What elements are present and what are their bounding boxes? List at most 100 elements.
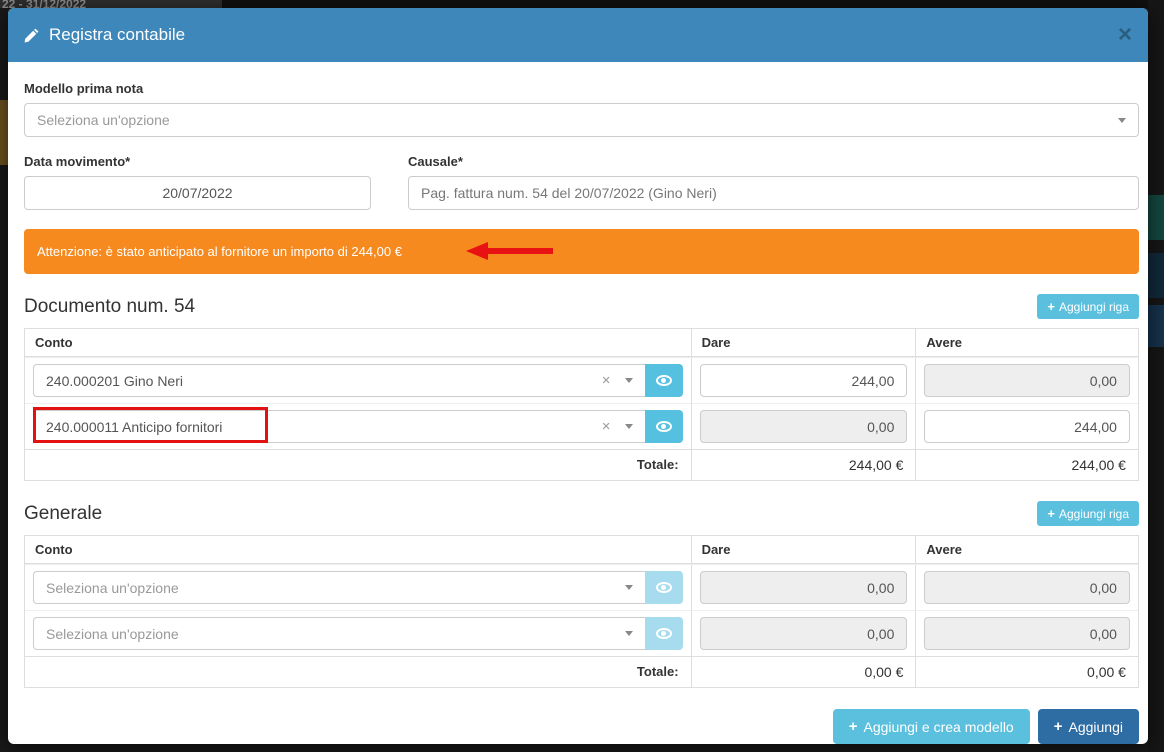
causale-input[interactable] [408, 176, 1139, 210]
background-fragment [1148, 195, 1164, 240]
generale-heading: Generale [24, 503, 102, 525]
documento-table-header: Conto Dare Avere [25, 329, 1138, 357]
avere-cell [915, 404, 1138, 449]
view-account-button-disabled [645, 571, 683, 604]
clear-icon[interactable]: × [602, 418, 611, 435]
registra-contabile-modal: Registra contabile × Modello prima nota … [8, 8, 1148, 744]
page-root: 22 - 31/12/2022 Registra contabile × Mod… [0, 0, 1164, 752]
dare-cell [691, 404, 916, 449]
close-icon[interactable]: × [1118, 23, 1132, 47]
total-label: Totale: [25, 450, 691, 480]
add-row-label: Aggiungi riga [1059, 507, 1129, 521]
documento-total-row: Totale: 244,00 € 244,00 € [25, 449, 1138, 480]
generale-avere-input-row1 [924, 571, 1130, 604]
add-row-label: Aggiungi riga [1059, 300, 1129, 314]
conto-select-value: 240.000201 Gino Neri [46, 373, 594, 389]
documento-section-header: Documento num. 54 + Aggiungi riga [24, 294, 1139, 319]
data-movimento-input[interactable] [24, 176, 371, 210]
modal-body: Modello prima nota Seleziona un'opzione … [8, 81, 1148, 744]
modal-title-text: Registra contabile [49, 25, 185, 45]
view-account-button[interactable] [645, 410, 683, 443]
generale-table: Conto Dare Avere Seleziona un'opzione [24, 535, 1139, 688]
modal-header: Registra contabile × [8, 8, 1148, 62]
background-fragment [0, 100, 8, 165]
plus-icon: + [1054, 718, 1063, 735]
chevron-down-icon [1118, 118, 1126, 123]
conto-select-placeholder: Seleziona un'opzione [46, 626, 625, 642]
column-header-avere: Avere [915, 329, 1138, 357]
generale-avere-input-row2 [924, 617, 1130, 650]
warning-text: Attenzione: è stato anticipato al fornit… [37, 244, 402, 259]
modal-title: Registra contabile [24, 25, 185, 45]
eye-icon [656, 582, 672, 593]
aggiungi-e-crea-modello-button[interactable]: + Aggiungi e crea modello [833, 709, 1030, 744]
button-label: Aggiungi e crea modello [864, 719, 1014, 735]
modello-select[interactable]: Seleziona un'opzione [24, 103, 1139, 137]
chevron-down-icon [625, 631, 633, 636]
modello-label: Modello prima nota [24, 81, 1139, 96]
causale-label: Causale* [408, 154, 1139, 169]
total-avere: 0,00 € [915, 657, 1138, 687]
causale-field-group: Causale* [408, 154, 1139, 210]
clear-icon[interactable]: × [602, 372, 611, 389]
generale-dare-input-row1 [700, 571, 908, 604]
modal-footer: + Aggiungi e crea modello + Aggiungi [24, 709, 1139, 744]
avere-input-row2[interactable] [924, 410, 1130, 443]
background-overlay-top: 22 - 31/12/2022 [0, 0, 1164, 8]
eye-icon [656, 375, 672, 386]
dare-input-row1[interactable] [700, 364, 908, 397]
chevron-down-icon [625, 585, 633, 590]
total-dare: 244,00 € [691, 450, 916, 480]
eye-icon [656, 628, 672, 639]
conto-cell: Seleziona un'opzione [25, 611, 691, 656]
avere-input-row1 [924, 364, 1130, 397]
button-label: Aggiungi [1069, 719, 1124, 735]
dare-cell [691, 358, 916, 403]
generale-row-2: Seleziona un'opzione [25, 610, 1138, 656]
view-account-button[interactable] [645, 364, 683, 397]
column-header-dare: Dare [691, 329, 916, 357]
data-movimento-label: Data movimento* [24, 154, 371, 169]
avere-cell [915, 565, 1138, 610]
documento-add-row-button[interactable]: + Aggiungi riga [1037, 294, 1139, 319]
column-header-conto: Conto [25, 536, 691, 564]
generale-conto-select-row2[interactable]: Seleziona un'opzione [33, 617, 645, 650]
date-causale-row: Data movimento* Causale* [24, 154, 1139, 210]
background-date-range: 22 - 31/12/2022 [0, 0, 222, 8]
column-header-avere: Avere [915, 536, 1138, 564]
background-fragment [1148, 305, 1164, 347]
aggiungi-button[interactable]: + Aggiungi [1038, 709, 1139, 744]
warning-banner: Attenzione: è stato anticipato al fornit… [24, 229, 1139, 274]
plus-icon: + [849, 718, 858, 735]
documento-row-1: 240.000201 Gino Neri × [25, 357, 1138, 403]
avere-cell [915, 611, 1138, 656]
documento-row-2: 240.000011 Anticipo fornitori × [25, 403, 1138, 449]
dare-cell [691, 611, 916, 656]
conto-select-placeholder: Seleziona un'opzione [46, 580, 625, 596]
total-label: Totale: [25, 657, 691, 687]
chevron-down-icon [625, 424, 633, 429]
eye-icon [656, 421, 672, 432]
column-header-dare: Dare [691, 536, 916, 564]
generale-add-row-button[interactable]: + Aggiungi riga [1037, 501, 1139, 526]
generale-row-1: Seleziona un'opzione [25, 564, 1138, 610]
conto-cell: Seleziona un'opzione [25, 565, 691, 610]
generale-conto-select-row1[interactable]: Seleziona un'opzione [33, 571, 645, 604]
conto-select-row2[interactable]: 240.000011 Anticipo fornitori × [33, 410, 645, 443]
documento-table: Conto Dare Avere 240.000201 Gino Neri × [24, 328, 1139, 481]
view-account-button-disabled [645, 617, 683, 650]
data-movimento-field-group: Data movimento* [24, 154, 371, 210]
generale-dare-input-row2 [700, 617, 908, 650]
generale-table-header: Conto Dare Avere [25, 536, 1138, 564]
background-overlay-right [1148, 0, 1164, 752]
conto-select-row1[interactable]: 240.000201 Gino Neri × [33, 364, 645, 397]
column-header-conto: Conto [25, 329, 691, 357]
background-fragment [1148, 253, 1164, 298]
avere-cell [915, 358, 1138, 403]
total-dare: 0,00 € [691, 657, 916, 687]
chevron-down-icon [625, 378, 633, 383]
modello-select-placeholder: Seleziona un'opzione [37, 112, 1118, 128]
pencil-icon [24, 28, 39, 43]
plus-icon: + [1047, 299, 1055, 314]
conto-cell: 240.000201 Gino Neri × [25, 358, 691, 403]
